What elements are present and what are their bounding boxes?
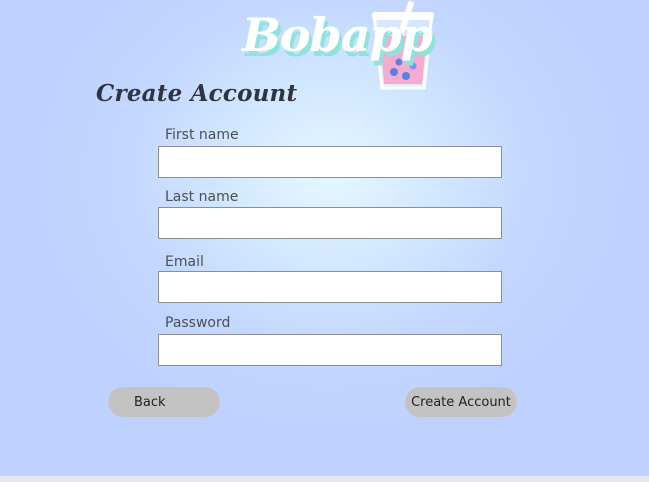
page-title: Create Account	[96, 80, 298, 107]
first-name-field[interactable]	[158, 146, 502, 178]
first-name-label: First name	[165, 127, 239, 143]
back-button[interactable]: Back	[108, 387, 220, 417]
create-account-button[interactable]: Create Account	[405, 387, 517, 417]
email-field[interactable]	[158, 271, 502, 303]
brand-name: Bobapp	[242, 8, 433, 62]
password-label: Password	[165, 315, 231, 331]
bottom-strip	[0, 476, 649, 482]
email-label: Email	[165, 254, 204, 270]
bobapp-logo: Bobapp	[236, 0, 446, 92]
last-name-field[interactable]	[158, 207, 502, 239]
password-field[interactable]	[158, 334, 502, 366]
last-name-label: Last name	[165, 189, 239, 205]
